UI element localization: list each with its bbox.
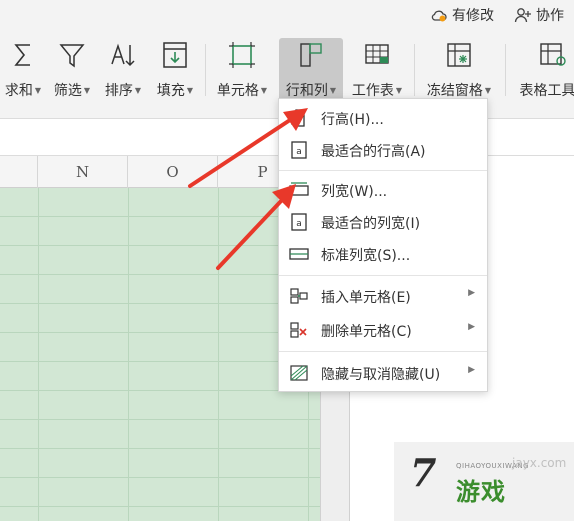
filter-label: 筛选 [53, 83, 82, 99]
ribbon-divider [505, 44, 506, 96]
sort-label: 排序 [104, 83, 133, 99]
chevron-down-icon: ▼ [260, 85, 268, 95]
menu-item-hide-unhide[interactable]: 隐藏与取消隐藏(U) ▶ [279, 358, 487, 388]
autofit-row-icon: a [291, 141, 307, 159]
collab-label: 协作 [536, 8, 564, 24]
svg-text:a: a [296, 147, 302, 157]
chevron-down-icon: ▼ [395, 85, 403, 95]
worksheet-icon [365, 44, 389, 64]
freeze-panes-icon [447, 43, 471, 67]
menu-item-delete-cells[interactable]: 删除单元格(C) ▶ [279, 315, 487, 345]
watermark-url: jayx.com [512, 456, 567, 470]
chevron-down-icon: ▼ [34, 85, 42, 95]
sigma-icon [14, 44, 30, 66]
row-column-icon [300, 43, 322, 67]
standard-width-icon [289, 248, 309, 260]
submenu-arrow-icon: ▶ [468, 322, 475, 332]
funnel-icon [59, 44, 85, 68]
submenu-arrow-icon: ▶ [468, 365, 475, 375]
column-header-row: N O P [0, 156, 320, 188]
sort-button[interactable]: 排序 ▼ [101, 38, 145, 102]
sum-label: 求和 [4, 83, 33, 99]
rowcol-button[interactable]: 行和列 ▼ [279, 38, 343, 102]
menu-item-autofit-column-width[interactable]: a 最适合的列宽(I) [279, 207, 487, 237]
sum-button[interactable]: 求和 ▼ [0, 38, 46, 102]
chevron-down-icon: ▼ [134, 85, 142, 95]
sort-az-icon [111, 43, 135, 67]
menu-item-standard-column-width[interactable]: 标准列宽(S)... [279, 239, 487, 269]
menu-item-label: 插入单元格(E) [321, 290, 411, 306]
menu-item-label: 列宽(W)... [321, 184, 388, 200]
menu-item-label: 隐藏与取消隐藏(U) [321, 367, 441, 383]
svg-text:a: a [296, 219, 302, 229]
row-height-icon [291, 109, 305, 127]
menu-item-label: 删除单元格(C) [321, 324, 412, 340]
hide-unhide-icon [290, 365, 308, 381]
grid-line [38, 188, 39, 521]
menu-item-label: 最适合的行高(A) [321, 144, 426, 160]
autofit-column-icon: a [291, 213, 307, 231]
chevron-down-icon: ▼ [329, 85, 337, 95]
cell-button[interactable]: 单元格 ▼ [213, 38, 271, 102]
watermark-logo-number: 7 [410, 450, 437, 495]
site-watermark: 7 QIHAOYOUXIWANG 游戏 jayx.com [394, 442, 574, 521]
revise-status[interactable]: 有修改 [430, 6, 494, 24]
cell-label: 单元格 [216, 83, 259, 99]
ribbon-divider [205, 44, 206, 96]
add-user-icon [514, 8, 531, 23]
menu-divider [279, 351, 487, 352]
fill-label: 填充 [156, 83, 185, 99]
table-tools-button[interactable]: 表格工具 [513, 38, 574, 102]
menu-item-insert-cells[interactable]: 插入单元格(E) ▶ [279, 281, 487, 311]
menu-divider [279, 275, 487, 276]
submenu-arrow-icon: ▶ [468, 288, 475, 298]
filter-button[interactable]: 筛选 ▼ [50, 38, 94, 102]
chevron-down-icon: ▼ [186, 85, 194, 95]
menu-item-label: 最适合的列宽(I) [321, 216, 421, 232]
collab-button[interactable]: 协作 [514, 6, 564, 24]
freeze-label: 冻结窗格 [426, 83, 483, 99]
menu-item-label: 行高(H)... [321, 112, 384, 128]
menu-item-row-height[interactable]: 行高(H)... [279, 103, 487, 133]
worksheet-label: 工作表 [351, 83, 394, 99]
chevron-down-icon: ▼ [83, 85, 91, 95]
freeze-panes-button[interactable]: 冻结窗格 ▼ [422, 38, 496, 102]
menu-item-label: 标准列宽(S)... [321, 248, 411, 264]
fill-button[interactable]: 填充 ▼ [153, 38, 197, 102]
table-tools-icon [539, 43, 566, 66]
delete-cells-icon [290, 322, 307, 338]
cell-icon [229, 42, 255, 68]
cloud-icon [431, 10, 447, 22]
column-width-icon [289, 182, 309, 196]
grid-line [218, 188, 219, 521]
menu-divider [279, 170, 487, 171]
menu-item-autofit-row-height[interactable]: a 最适合的行高(A) [279, 135, 487, 165]
fill-down-icon [163, 42, 187, 68]
insert-cells-icon [290, 288, 308, 304]
rowcol-dropdown-menu: 行高(H)... a 最适合的行高(A) 列宽(W)... a 最适合的列宽(I… [278, 98, 488, 392]
column-header-n[interactable]: N [38, 156, 128, 188]
column-header-partial[interactable] [0, 156, 38, 188]
ribbon-divider [414, 44, 415, 96]
menu-item-column-width[interactable]: 列宽(W)... [279, 175, 487, 205]
top-status-bar: 有修改 协作 [0, 0, 574, 30]
cell-grid[interactable] [0, 188, 320, 521]
column-header-o[interactable]: O [128, 156, 218, 188]
worksheet-button[interactable]: 工作表 ▼ [347, 38, 407, 102]
revise-label: 有修改 [452, 8, 494, 24]
chevron-down-icon: ▼ [484, 85, 492, 95]
grid-line [128, 188, 129, 521]
watermark-text: 游戏 [456, 478, 506, 506]
rowcol-label: 行和列 [285, 83, 328, 99]
tabletools-label: 表格工具 [519, 83, 574, 99]
